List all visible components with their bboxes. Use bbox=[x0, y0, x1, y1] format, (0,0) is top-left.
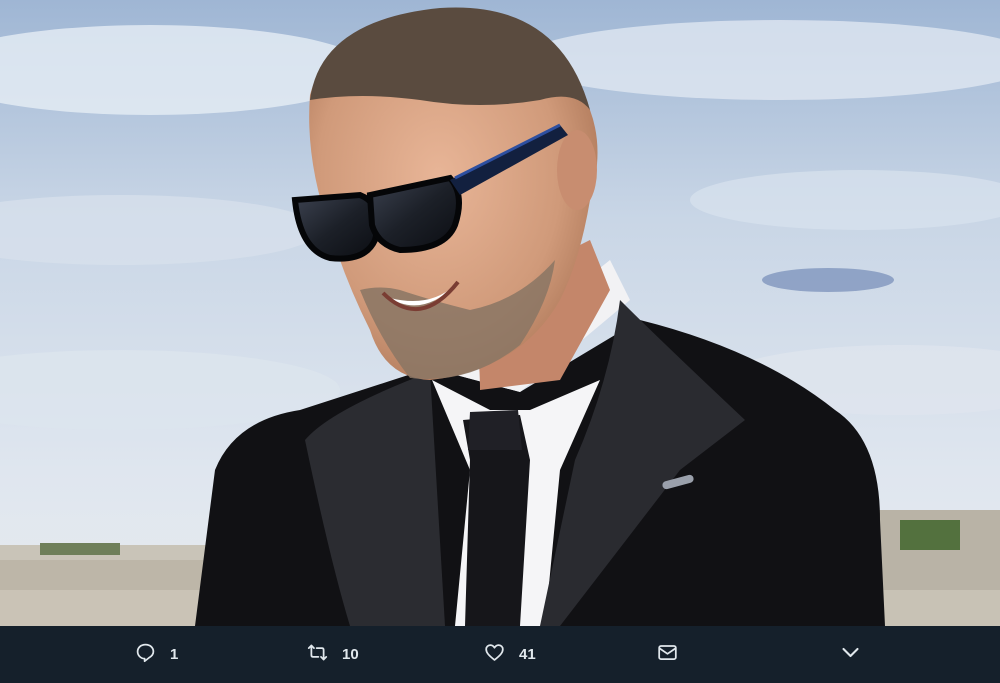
chevron-down-icon bbox=[840, 642, 861, 668]
photo-image bbox=[0, 0, 1000, 626]
tweet-action-bar: 1 10 41 bbox=[0, 626, 1000, 683]
reply-icon bbox=[135, 642, 156, 668]
retweet-button[interactable]: 10 bbox=[307, 626, 359, 683]
heart-icon bbox=[484, 642, 505, 668]
like-button[interactable]: 41 bbox=[484, 626, 536, 683]
direct-message-button[interactable] bbox=[657, 626, 678, 683]
tweet-photo[interactable] bbox=[0, 0, 1000, 626]
more-options-button[interactable] bbox=[840, 626, 861, 683]
reply-button[interactable]: 1 bbox=[135, 626, 178, 683]
retweet-count: 10 bbox=[342, 646, 359, 663]
retweet-icon bbox=[307, 642, 328, 668]
envelope-icon bbox=[657, 642, 678, 668]
reply-count: 1 bbox=[170, 646, 179, 663]
like-count: 41 bbox=[519, 646, 536, 663]
